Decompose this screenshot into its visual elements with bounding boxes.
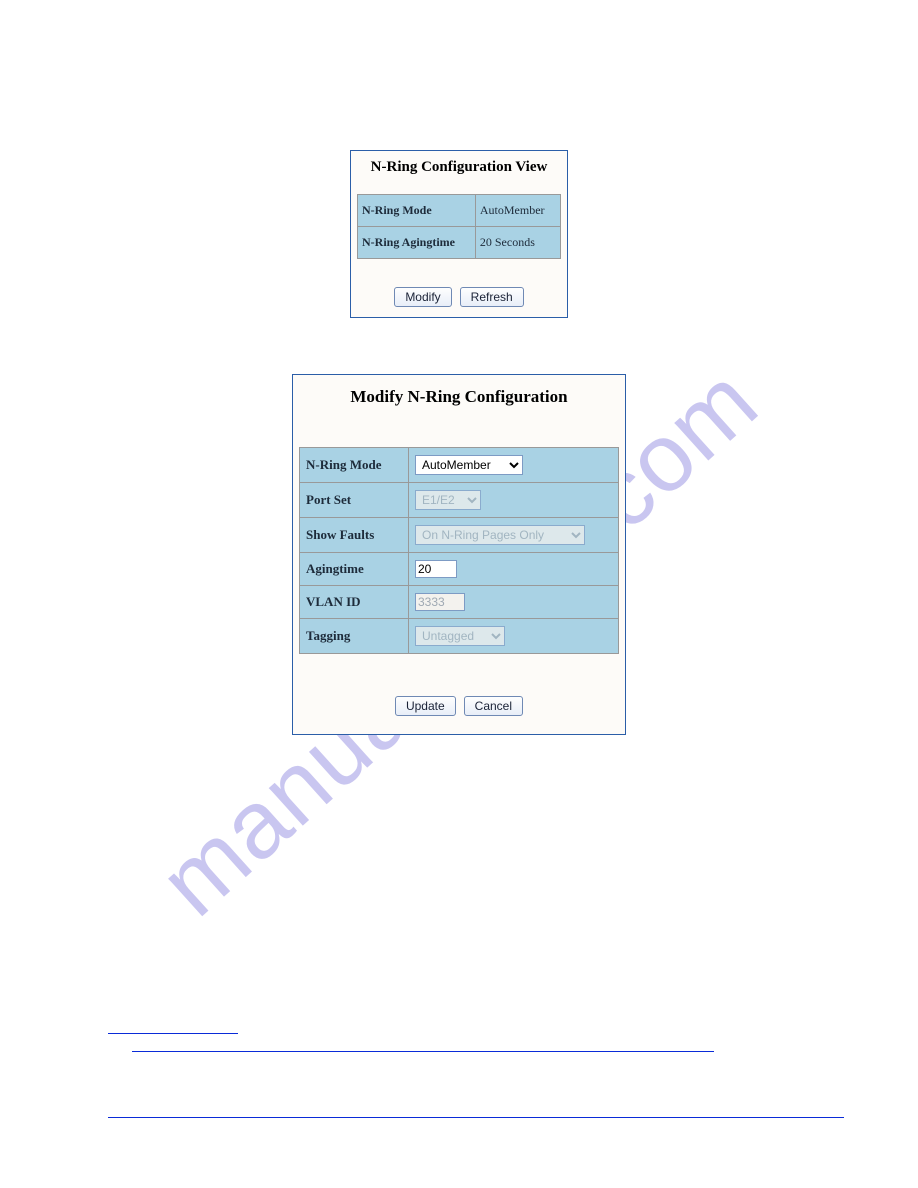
vlan-cell xyxy=(409,586,619,619)
cancel-button[interactable]: Cancel xyxy=(464,696,523,716)
aging-cell xyxy=(409,553,619,586)
table-row: Tagging Untagged xyxy=(300,619,619,654)
faults-label: Show Faults xyxy=(300,518,409,553)
table-row: N-Ring Mode AutoMember xyxy=(358,195,561,227)
refresh-button[interactable]: Refresh xyxy=(460,287,524,307)
tagging-select: Untagged xyxy=(415,626,505,646)
table-row: Agingtime xyxy=(300,553,619,586)
modify-button-row: Update Cancel xyxy=(299,696,619,716)
view-panel-title: N-Ring Configuration View xyxy=(357,159,561,176)
tagging-label: Tagging xyxy=(300,619,409,654)
view-aging-label: N-Ring Agingtime xyxy=(358,227,476,259)
view-aging-value: 20 Seconds xyxy=(475,227,560,259)
table-row: Show Faults On N-Ring Pages Only xyxy=(300,518,619,553)
view-panel-wrap: N-Ring Configuration View N-Ring Mode Au… xyxy=(0,150,918,318)
footer-lines xyxy=(0,1021,918,1118)
update-button[interactable]: Update xyxy=(395,696,456,716)
page-root: manualshive.com N-Ring Configuration Vie… xyxy=(0,0,918,1188)
portset-cell: E1/E2 xyxy=(409,483,619,518)
footer-blue-line xyxy=(132,1051,714,1052)
tagging-cell: Untagged xyxy=(409,619,619,654)
panel-spacer xyxy=(0,318,918,374)
modify-panel-title: Modify N-Ring Configuration xyxy=(299,387,619,407)
nring-mode-select[interactable]: AutoMember xyxy=(415,455,523,475)
mode-cell: AutoMember xyxy=(409,448,619,483)
vlan-label: VLAN ID xyxy=(300,586,409,619)
faults-cell: On N-Ring Pages Only xyxy=(409,518,619,553)
nring-modify-panel: Modify N-Ring Configuration N-Ring Mode … xyxy=(292,374,626,735)
modify-panel-wrap: Modify N-Ring Configuration N-Ring Mode … xyxy=(0,374,918,735)
vlan-id-input xyxy=(415,593,465,611)
portset-label: Port Set xyxy=(300,483,409,518)
table-row: VLAN ID xyxy=(300,586,619,619)
mode-label: N-Ring Mode xyxy=(300,448,409,483)
show-faults-select: On N-Ring Pages Only xyxy=(415,525,585,545)
table-row: N-Ring Agingtime 20 Seconds xyxy=(358,227,561,259)
view-table: N-Ring Mode AutoMember N-Ring Agingtime … xyxy=(357,194,561,259)
footer-blue-line xyxy=(108,1033,238,1034)
view-button-row: Modify Refresh xyxy=(357,287,561,307)
table-row: N-Ring Mode AutoMember xyxy=(300,448,619,483)
modify-button[interactable]: Modify xyxy=(394,287,451,307)
modify-table: N-Ring Mode AutoMember Port Set E1/E2 xyxy=(299,447,619,654)
view-mode-label: N-Ring Mode xyxy=(358,195,476,227)
footer-blue-line xyxy=(108,1117,844,1118)
footer-line-row-1 xyxy=(108,1021,826,1057)
agingtime-input[interactable] xyxy=(415,560,457,578)
aging-label: Agingtime xyxy=(300,553,409,586)
view-mode-value: AutoMember xyxy=(475,195,560,227)
nring-view-panel: N-Ring Configuration View N-Ring Mode Au… xyxy=(350,150,568,318)
table-row: Port Set E1/E2 xyxy=(300,483,619,518)
port-set-select: E1/E2 xyxy=(415,490,481,510)
